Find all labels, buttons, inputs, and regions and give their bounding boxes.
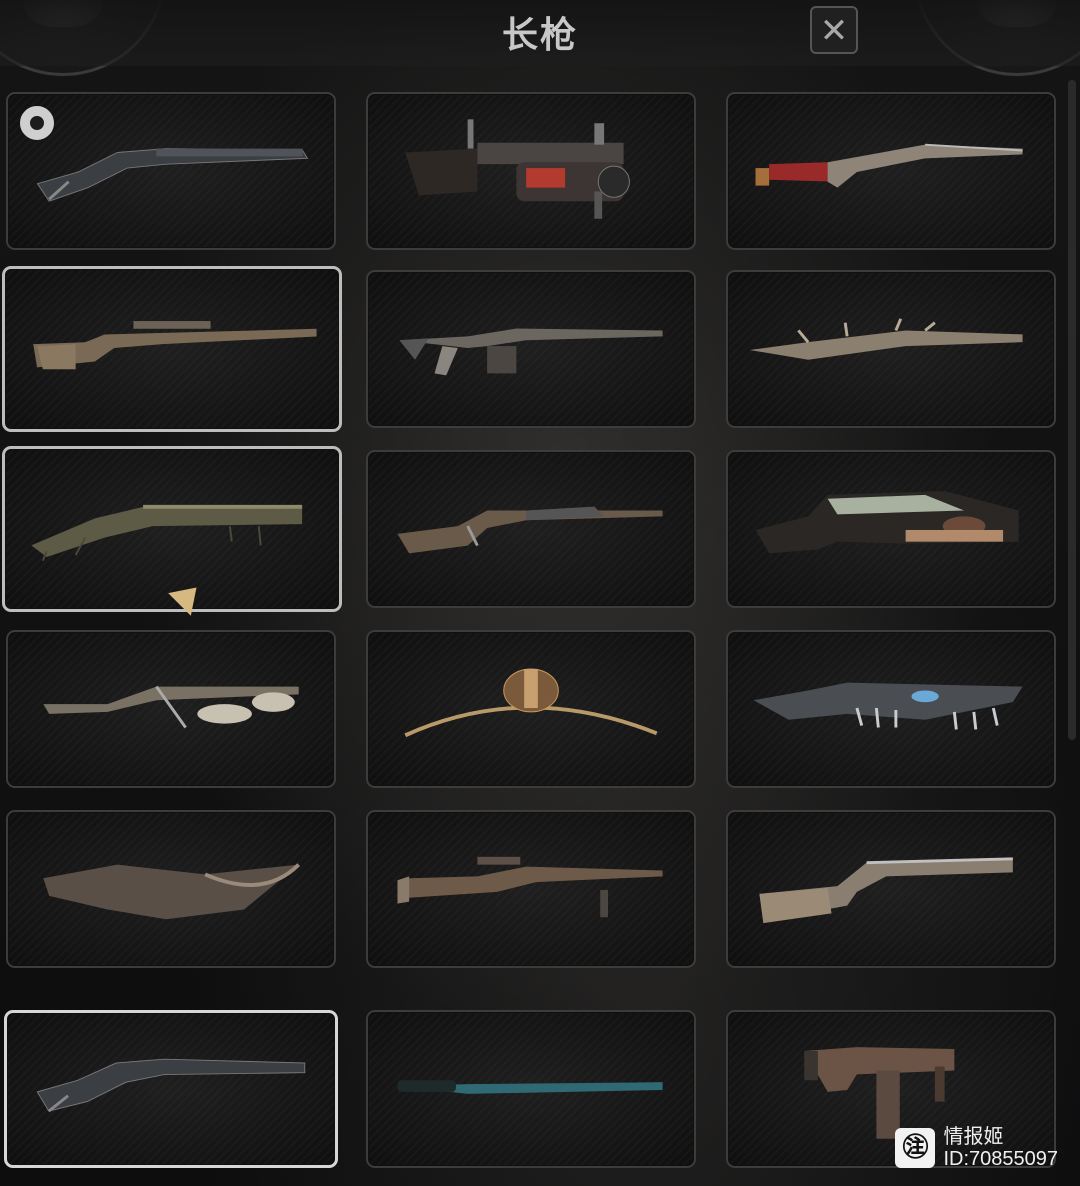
weapon-card-16[interactable] bbox=[4, 1010, 338, 1168]
grenade-launcher-icon bbox=[405, 119, 630, 219]
rifle-icon bbox=[755, 143, 1023, 188]
weapon-card-8[interactable] bbox=[366, 450, 696, 608]
weapon-grid bbox=[0, 0, 1080, 1186]
assault-rifle-icon bbox=[399, 328, 663, 376]
sniper-rifle-icon bbox=[33, 321, 317, 370]
weapon-card-5[interactable] bbox=[366, 270, 696, 428]
weapon-card-14[interactable] bbox=[366, 810, 696, 968]
weapon-card-12[interactable] bbox=[726, 630, 1056, 788]
watermark-id: ID:70855097 bbox=[943, 1148, 1058, 1170]
bone-rifle-icon bbox=[749, 318, 1023, 360]
weapon-card-6[interactable] bbox=[726, 270, 1056, 428]
crossbow-icon bbox=[43, 685, 299, 729]
weapon-card-15[interactable] bbox=[726, 810, 1056, 968]
scoped-rifle-icon bbox=[397, 856, 663, 918]
weapon-card-3[interactable] bbox=[726, 92, 1056, 250]
weapon-card-11[interactable] bbox=[366, 630, 696, 788]
weapon-card-2[interactable] bbox=[366, 92, 696, 250]
weapon-card-9[interactable] bbox=[726, 450, 1056, 608]
weapon-card-13[interactable] bbox=[6, 810, 336, 968]
weapon-card-1[interactable] bbox=[6, 92, 336, 250]
weapon-card-4[interactable] bbox=[2, 266, 342, 432]
katana-icon bbox=[397, 1080, 663, 1094]
flesh-rifle-icon bbox=[43, 863, 301, 920]
shotgun-icon bbox=[36, 148, 309, 202]
weapon-card-17[interactable] bbox=[366, 1010, 696, 1168]
bow-icon bbox=[404, 668, 658, 738]
watermark: ㊟ 情报姬 ID:70855097 bbox=[895, 1126, 1058, 1170]
watermark-text: 情报姬 ID:70855097 bbox=[943, 1126, 1058, 1170]
watermark-logo-icon: ㊟ bbox=[895, 1128, 936, 1168]
double-barrel-rifle-icon bbox=[759, 857, 1013, 924]
weapon-card-7[interactable] bbox=[2, 446, 342, 612]
shotgun-icon bbox=[36, 1058, 306, 1113]
ornate-shotgun-icon bbox=[755, 490, 1019, 554]
lever-rifle-icon bbox=[397, 506, 663, 554]
weapon-card-10[interactable] bbox=[6, 630, 336, 788]
spiked-gun-icon bbox=[753, 682, 1023, 730]
organic-shotgun-icon bbox=[31, 504, 303, 562]
watermark-name: 情报姬 bbox=[943, 1126, 1004, 1148]
